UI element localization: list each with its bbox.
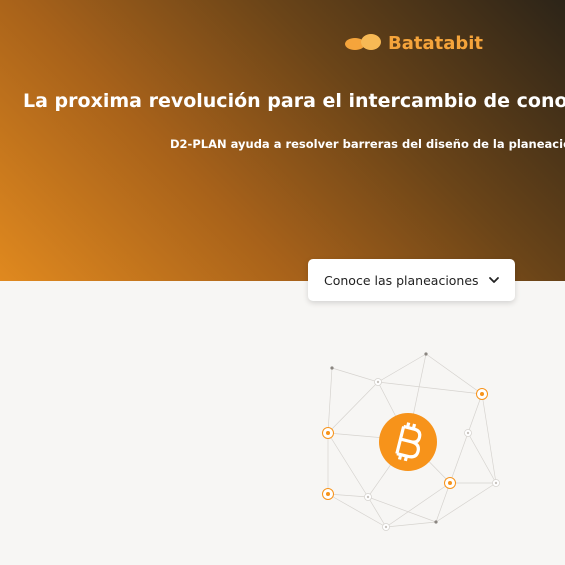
planeaciones-dropdown[interactable]: Conoce las planeaciones [308,259,515,301]
dropdown-label: Conoce las planeaciones [324,272,479,288]
potato-logo-icon [345,34,381,50]
hero-title: La proxima revolución para el intercambi… [23,90,565,112]
bitcoin-icon [379,413,437,471]
crypto-network-illustration [322,352,500,531]
hero-banner: Batatabit La proxima revolución para el … [0,0,565,281]
brand-logo[interactable]: Batatabit [344,32,483,54]
chevron-down-icon [489,277,499,283]
brand-name: Batatabit [388,32,484,54]
hero-subtitle: D2-PLAN ayuda a resolver barreras del di… [170,137,565,151]
